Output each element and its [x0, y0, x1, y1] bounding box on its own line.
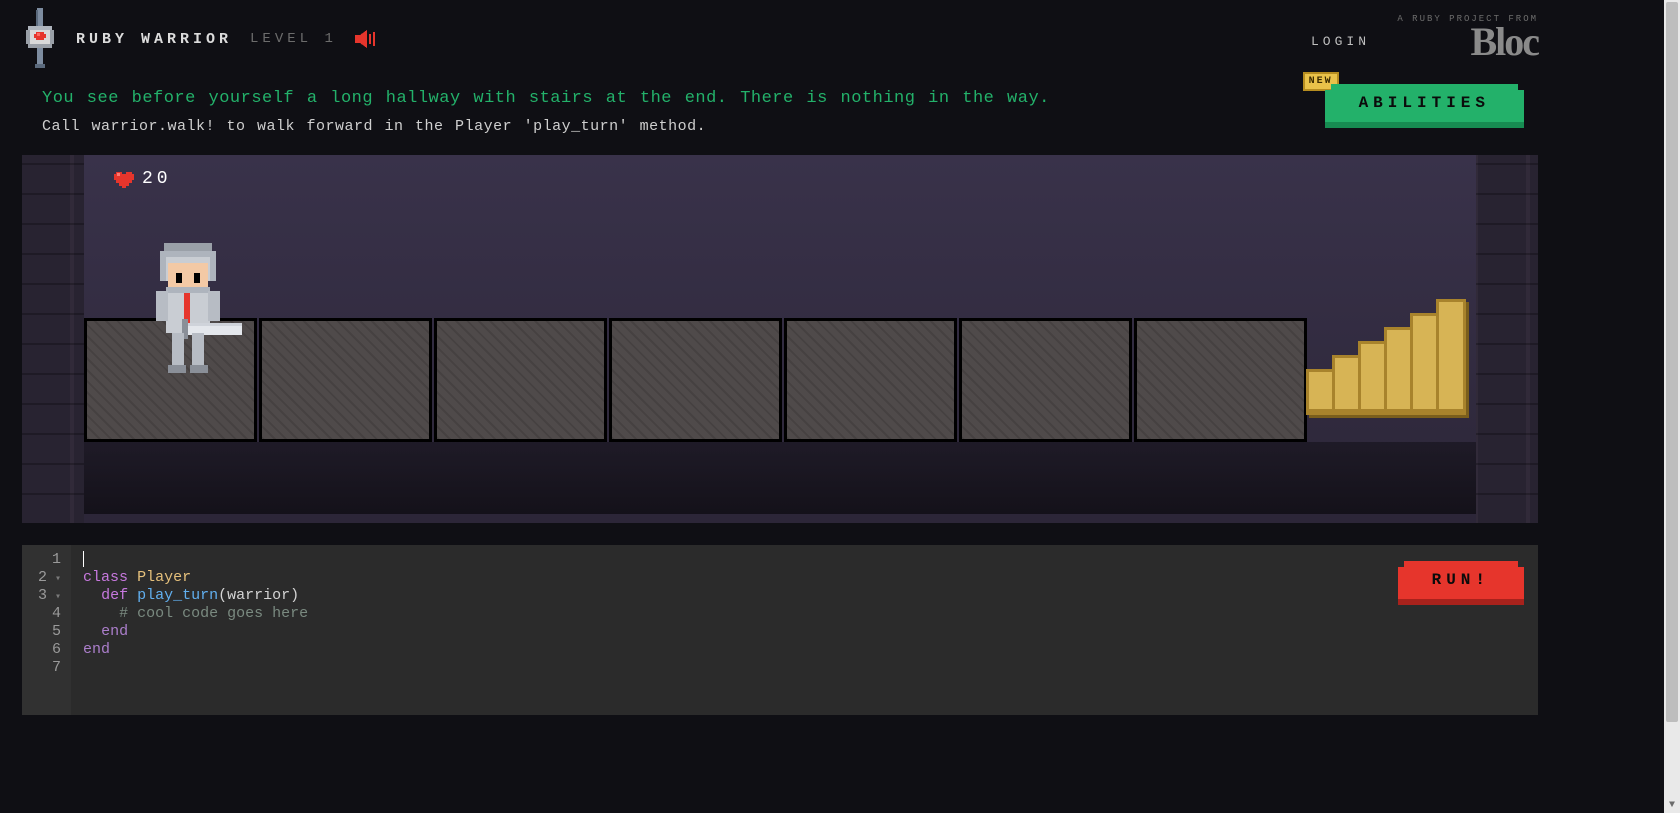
floor-tile — [434, 318, 607, 442]
stairs-sprite — [1306, 297, 1466, 417]
scrollbar-thumb[interactable] — [1666, 2, 1678, 722]
kw-def: def — [101, 587, 128, 604]
method-args: (warrior) — [218, 587, 299, 604]
instruction-panel: You see before yourself a long hallway w… — [0, 78, 1560, 155]
floor-tile — [959, 318, 1132, 442]
bloc-attribution[interactable]: A RUBY PROJECT FROM Bloc — [1397, 14, 1538, 60]
run-button[interactable]: RUN! — [1404, 561, 1518, 599]
line-number: 1 — [38, 551, 61, 569]
code-editor-panel: 12 ▾3 ▾4567 class Player def play_turn(w… — [22, 545, 1538, 715]
abilities-button-wrap: NEW ABILITIES — [1331, 84, 1518, 122]
instruction-main: You see before yourself a long hallway w… — [42, 86, 1518, 112]
warrior-sprite — [142, 243, 242, 383]
class-name: Player — [137, 569, 191, 586]
line-number: 4 — [38, 605, 61, 623]
code-editor[interactable]: 12 ▾3 ▾4567 class Player def play_turn(w… — [22, 545, 1538, 715]
hp-value: 20 — [142, 169, 172, 189]
editor-code-area[interactable]: class Player def play_turn(warrior) # co… — [71, 545, 1538, 715]
scrollbar-down-arrow-icon[interactable]: ▼ — [1664, 797, 1680, 813]
heart-icon — [114, 170, 134, 188]
hp-indicator: 20 — [114, 169, 172, 189]
bloc-brand: Bloc — [1397, 24, 1538, 60]
floor-tile — [1134, 318, 1307, 442]
kw-class: class — [83, 569, 128, 586]
floor-row — [84, 318, 1476, 442]
editor-gutter: 12 ▾3 ▾4567 — [22, 545, 71, 715]
line-number: 6 — [38, 641, 61, 659]
floor-tile — [609, 318, 782, 442]
line-number: 2 ▾ — [38, 569, 61, 587]
kw-end-inner: end — [101, 623, 128, 640]
line-number: 3 ▾ — [38, 587, 61, 605]
kw-end-outer: end — [83, 641, 110, 658]
login-link[interactable]: LOGIN — [1311, 34, 1370, 49]
line-number: 7 — [38, 659, 61, 677]
abilities-button[interactable]: ABILITIES — [1331, 84, 1518, 122]
run-button-wrap: RUN! — [1404, 561, 1518, 599]
header-bar: RUBY WARRIOR LEVEL 1 LOGIN A RUBY PROJEC… — [0, 0, 1560, 78]
fold-marker-icon[interactable]: ▾ — [49, 574, 61, 585]
game-board: 20 — [22, 155, 1538, 523]
window-scrollbar[interactable]: ▲ ▼ — [1664, 0, 1680, 813]
app-title: RUBY WARRIOR — [76, 31, 232, 48]
code-comment: # cool code goes here — [119, 605, 308, 622]
floor-tile — [259, 318, 432, 442]
sound-toggle-icon[interactable] — [355, 30, 379, 48]
floor-shadow — [84, 442, 1476, 514]
line-number: 5 — [38, 623, 61, 641]
logo-sword-icon — [22, 8, 58, 70]
method-name: play_turn — [137, 587, 218, 604]
fold-marker-icon[interactable]: ▾ — [49, 592, 61, 603]
level-indicator: LEVEL 1 — [250, 31, 337, 47]
floor-tile — [784, 318, 957, 442]
instruction-hint: Call warrior.walk! to walk forward in th… — [42, 118, 1518, 135]
